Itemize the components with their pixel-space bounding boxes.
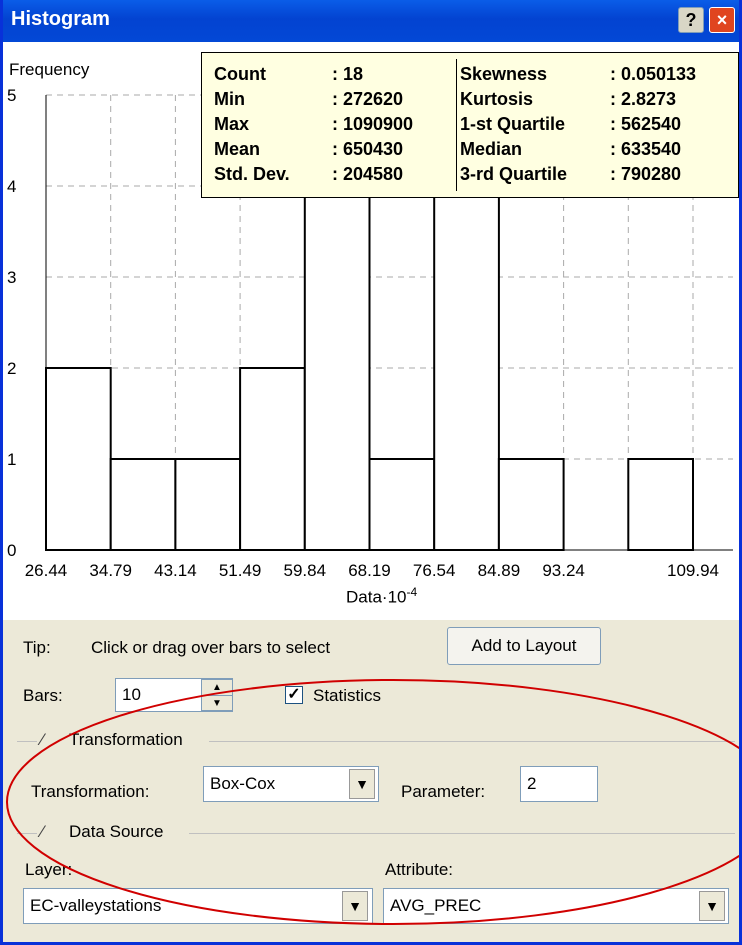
spin-up-icon[interactable]: ▲ — [202, 680, 232, 696]
stat-label: Std. Dev. — [214, 164, 290, 184]
stat-value: : 204580 — [332, 164, 404, 184]
stat-label: Skewness — [460, 64, 548, 84]
controls-panel: Tip: Click or drag over bars to select A… — [3, 620, 739, 942]
y-tick-label: 2 — [7, 359, 16, 378]
help-button[interactable]: ? — [678, 7, 704, 33]
x-tick-label: 34.79 — [89, 561, 132, 580]
parameter-label: Parameter: — [401, 782, 486, 801]
y-tick-label: 5 — [7, 86, 16, 105]
datasource-group-icon[interactable]: ⁄ — [41, 822, 44, 842]
stat-value: : 650430 — [332, 139, 404, 159]
statistics-panel: Count : 18 Min : 272620 Max : 1090900 Mean : 65… — [201, 52, 739, 198]
stat-label: Count — [214, 64, 266, 84]
transformation-label: Transformation: — [31, 782, 150, 801]
bars-stepper[interactable]: ▲ ▼ — [201, 679, 233, 711]
add-to-layout-button[interactable]: Add to Layout — [447, 627, 601, 665]
x-axis-label-text: Data·10 — [346, 587, 407, 607]
layer-select[interactable]: EC-valleystations — [23, 888, 373, 924]
datasource-group-label: Data Source — [69, 822, 164, 841]
stat-value: : 562540 — [610, 114, 682, 134]
x-tick-label: 43.14 — [154, 561, 197, 580]
histogram-window: Histogram ? × 0 1 2 3 4 5 26.44 34.79 43.14 51.49… — [0, 0, 742, 945]
histogram-bar[interactable] — [433, 185, 500, 551]
x-tick-label: 51.49 — [219, 561, 262, 580]
layer-label: Layer: — [25, 860, 73, 879]
transformation-group-icon[interactable]: ⁄ — [41, 730, 44, 750]
attribute-label: Attribute: — [385, 860, 454, 879]
bars-label: Bars: — [23, 686, 63, 705]
histogram-bar[interactable] — [368, 458, 436, 551]
y-tick-label: 4 — [7, 177, 16, 196]
parameter-input[interactable]: 2 — [520, 766, 598, 802]
chevron-down-icon[interactable]: ▼ — [342, 891, 368, 921]
y-tick-label: 1 — [7, 450, 16, 469]
stat-label: Mean — [214, 139, 261, 159]
stat-label: 3-rd Quartile — [460, 164, 568, 184]
stat-value: : 2.8273 — [610, 89, 677, 109]
histogram-bar[interactable] — [109, 458, 177, 551]
stat-value: : 272620 — [332, 89, 404, 109]
stat-label: Max — [214, 114, 250, 134]
histogram-bar[interactable] — [45, 367, 112, 551]
x-axis-label: Data·10-4 — [346, 585, 417, 608]
stat-label: Median — [460, 139, 523, 159]
x-tick-label: 76.54 — [413, 561, 456, 580]
statistics-label: Statistics — [313, 686, 382, 705]
statistics-checkbox[interactable]: ✓ — [285, 686, 303, 704]
window-title: Histogram — [11, 8, 110, 30]
y-tick-label: 3 — [7, 268, 16, 287]
title-bar: Histogram ? × — [3, 0, 739, 42]
stat-value: : 633540 — [610, 139, 682, 159]
tip-text: Click or drag over bars to select — [91, 638, 331, 657]
x-tick-label: 26.44 — [25, 561, 68, 580]
y-tick-label: 0 — [7, 541, 16, 560]
chevron-down-icon[interactable]: ▼ — [349, 769, 375, 799]
stat-label: Kurtosis — [460, 89, 534, 109]
x-tick-label: 84.89 — [478, 561, 521, 580]
x-tick-label: 59.84 — [284, 561, 327, 580]
x-tick-label: 68.19 — [348, 561, 391, 580]
stat-label: Min — [214, 89, 245, 109]
stat-value: : 0.050133 — [610, 64, 697, 84]
histogram-bar[interactable] — [627, 458, 694, 551]
histogram-bar[interactable] — [174, 458, 242, 551]
stat-value: : 18 — [332, 64, 364, 84]
stat-value: : 790280 — [610, 164, 682, 184]
tip-label: Tip: — [23, 638, 51, 657]
group-line — [209, 741, 735, 742]
stat-label: 1-st Quartile — [460, 114, 566, 134]
histogram-bar[interactable] — [303, 185, 371, 551]
histogram-bar[interactable] — [497, 458, 565, 551]
transformation-group-label: Transformation — [69, 730, 183, 749]
y-axis-label: Frequency — [9, 60, 90, 79]
group-line — [17, 741, 37, 742]
statistics-divider — [456, 59, 457, 191]
histogram-chart[interactable]: 0 1 2 3 4 5 26.44 34.79 43.14 51.49 59.84 68.19 76.5… — [3, 42, 739, 620]
spin-down-icon[interactable]: ▼ — [202, 696, 232, 711]
x-tick-label: 93.24 — [542, 561, 585, 580]
x-axis-label-exponent: -4 — [406, 585, 418, 599]
group-line — [17, 833, 37, 834]
histogram-bar[interactable] — [239, 367, 306, 551]
x-tick-label: 109.94 — [667, 561, 719, 580]
group-line — [189, 833, 735, 834]
chevron-down-icon[interactable]: ▼ — [699, 891, 725, 921]
close-button[interactable]: × — [709, 7, 735, 33]
attribute-select[interactable]: AVG_PREC — [383, 888, 729, 924]
stat-value: : 1090900 — [332, 114, 414, 134]
